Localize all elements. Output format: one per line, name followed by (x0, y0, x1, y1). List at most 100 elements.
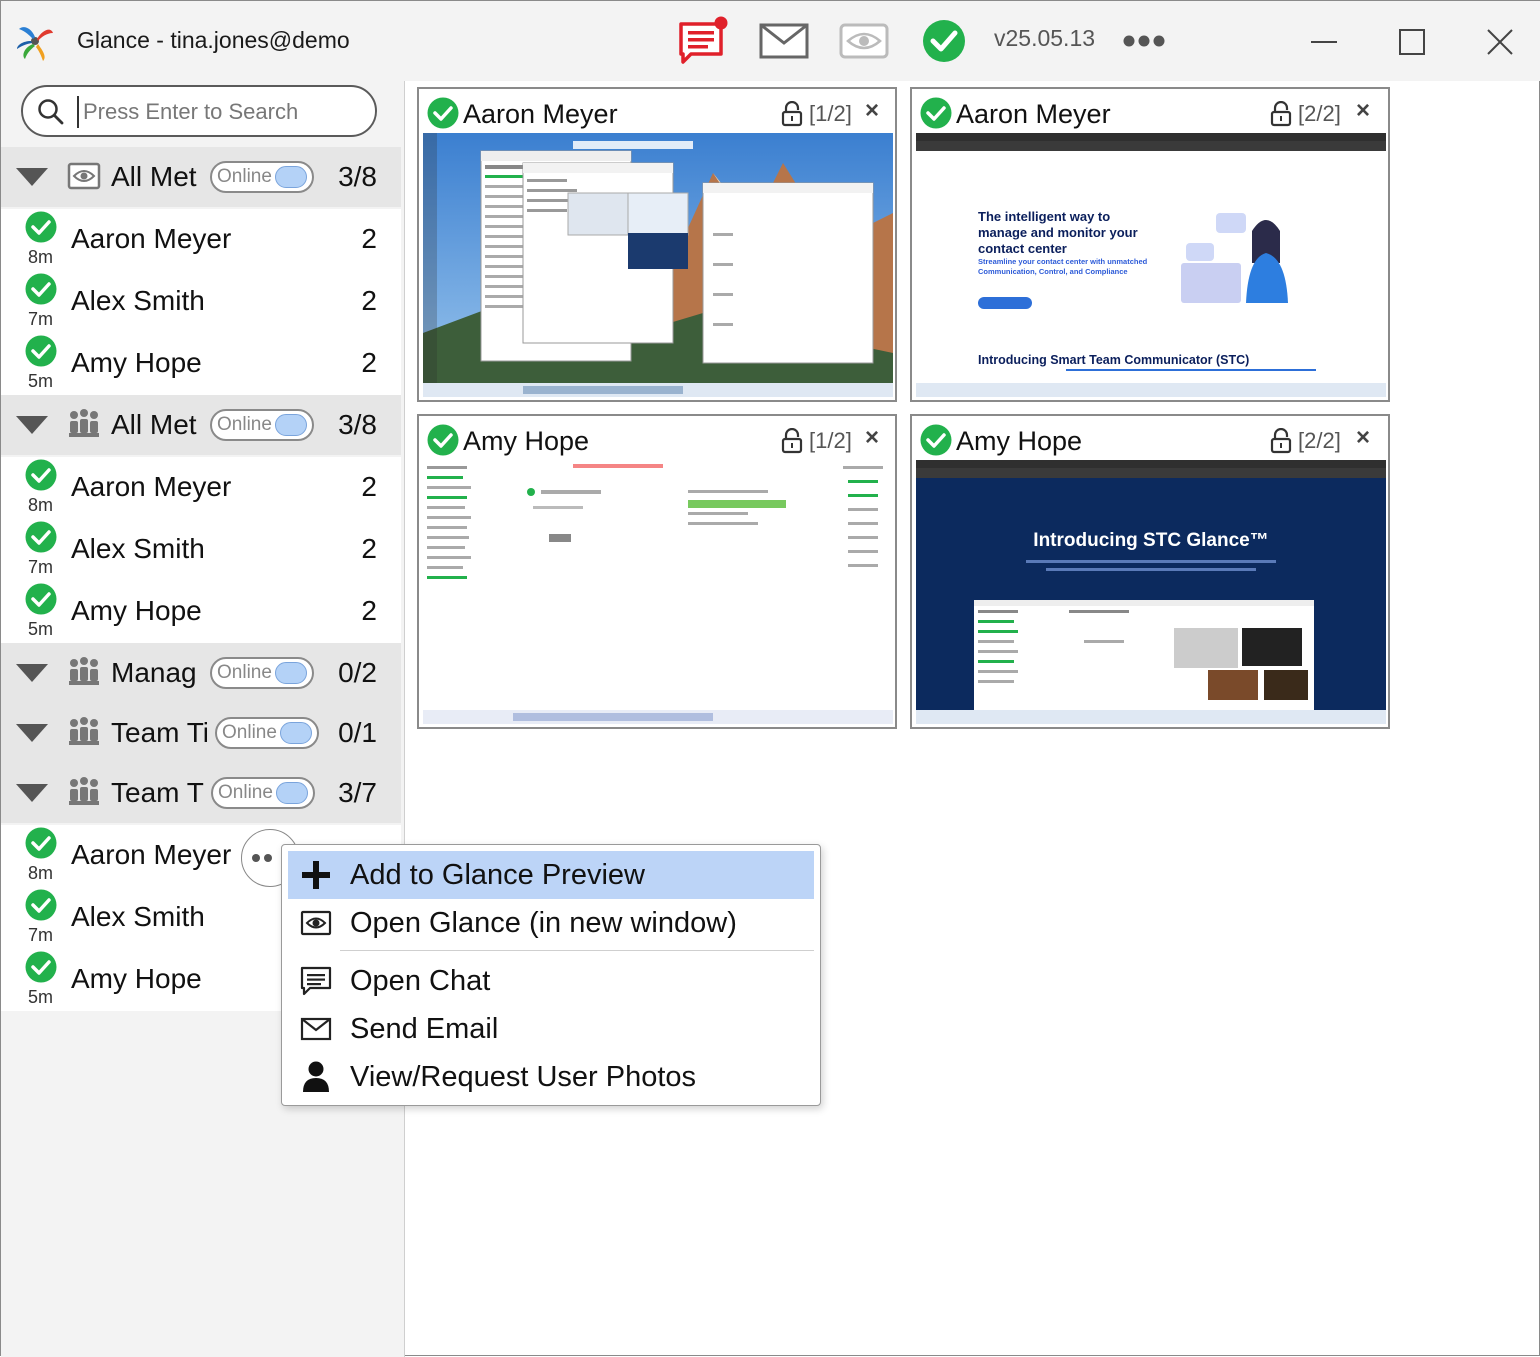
group-name: Team Ti (111, 717, 207, 748)
search-box[interactable] (21, 85, 377, 137)
menu-item-open-chat[interactable]: Open Chat (288, 957, 814, 1005)
app-logo-icon (17, 27, 53, 61)
group-count: 3/8 (338, 161, 377, 192)
close-preview-icon[interactable]: × (865, 424, 879, 452)
user-row[interactable]: 8m Aaron Meyer 2 (1, 209, 401, 271)
monitor-page-indicator[interactable]: [2/2] (1298, 428, 1341, 454)
team-icon (69, 717, 99, 745)
screen-thumbnail[interactable]: The intelligent way to manage and monito… (916, 133, 1386, 397)
chat-notification-icon[interactable] (677, 16, 731, 65)
glance-preview-card[interactable]: Aaron Meyer [2/2] × The intelligent way … (910, 87, 1390, 402)
group-count: 0/1 (338, 717, 377, 748)
user-name: Alex Smith (71, 285, 205, 316)
lock-icon[interactable] (1270, 101, 1292, 127)
chat-icon (300, 966, 332, 996)
search-input[interactable] (83, 95, 363, 129)
online-check-icon (25, 273, 57, 305)
idle-time: 5m (28, 987, 54, 1007)
online-toggle[interactable]: Online (215, 717, 319, 749)
online-check-icon (25, 951, 57, 983)
envelope-icon[interactable] (757, 17, 811, 65)
menu-item-label: View/Request User Photos (350, 1060, 697, 1093)
preview-user-name: Aaron Meyer (463, 99, 618, 129)
user-name: Aaron Meyer (71, 839, 232, 870)
preview-user-name: Aaron Meyer (956, 99, 1111, 129)
collapse-triangle-icon[interactable] (15, 167, 49, 187)
idle-time: 5m (28, 619, 54, 639)
menu-item-send-email[interactable]: Send Email (288, 1005, 814, 1053)
app-window: Glance - tina.jones@demo v25.05.13 Press… (0, 0, 1540, 1357)
group-name: Manag (111, 657, 197, 688)
online-toggle[interactable]: Online (210, 409, 314, 441)
online-toggle[interactable]: Online (210, 161, 314, 193)
group-header[interactable]: Team Ti Online 0/1 (1, 703, 401, 763)
menu-item-open-glance[interactable]: Open Glance (in new window) (288, 899, 814, 947)
preview-user-name: Amy Hope (463, 426, 590, 456)
online-check-icon (25, 889, 57, 921)
group-header[interactable]: Manag Online 0/2 (1, 643, 401, 703)
online-check-icon (25, 827, 57, 859)
eye-icon[interactable] (837, 17, 891, 65)
menu-item-label: Open Chat (350, 964, 491, 997)
idle-time: 7m (28, 925, 54, 945)
user-count: 2 (361, 285, 377, 316)
online-check-icon (920, 97, 952, 129)
minimize-button[interactable] (1301, 19, 1347, 65)
site-footer-text: Introducing Smart Team Communicator (STC… (978, 353, 1250, 367)
toggle-knob (274, 166, 307, 188)
close-preview-icon[interactable]: × (1356, 424, 1370, 452)
menu-separator (340, 950, 814, 951)
text-cursor (77, 96, 79, 128)
group-header[interactable]: All Met Online 3/8 (1, 395, 401, 455)
maximize-button[interactable] (1389, 19, 1435, 65)
group-header[interactable]: Team T Online 3/7 (1, 763, 401, 823)
collapse-triangle-icon[interactable] (15, 723, 49, 743)
close-button[interactable] (1477, 19, 1523, 65)
more-options-icon[interactable] (1119, 17, 1169, 65)
glance-preview-card[interactable]: Amy Hope [2/2] × Introducing STC Glance™ (910, 414, 1390, 729)
sidebar: All Met Online 3/8 8m Aaron Meyer 2 7m A… (1, 81, 405, 1357)
monitor-page-indicator[interactable]: [1/2] (809, 101, 852, 127)
screen-thumbnail[interactable] (423, 133, 893, 397)
menu-item-add-to-glance-preview[interactable]: Add to Glance Preview (288, 851, 814, 899)
user-row[interactable]: 7m Alex Smith 2 (1, 271, 401, 333)
group-header[interactable]: All Met Online 3/8 (1, 147, 401, 207)
monitor-page-indicator[interactable]: [1/2] (809, 428, 852, 454)
user-row[interactable]: 5m Amy Hope 2 (1, 581, 401, 643)
collapse-triangle-icon[interactable] (15, 415, 49, 435)
glance-preview-card[interactable]: Amy Hope [1/2] × (417, 414, 897, 729)
user-count: 2 (361, 471, 377, 502)
lock-icon[interactable] (781, 101, 803, 127)
idle-time: 8m (28, 863, 54, 883)
version-label: v25.05.13 (994, 25, 1096, 51)
group-name: All Met (111, 409, 197, 440)
user-count: 2 (361, 347, 377, 378)
online-toggle[interactable]: Online (210, 657, 314, 689)
screen-thumbnail[interactable]: Introducing STC Glance™ (916, 460, 1386, 724)
site-subtitle-line (1046, 568, 1256, 571)
glance-preview-card[interactable]: Aaron Meyer [1/2] × (417, 87, 897, 402)
collapse-triangle-icon[interactable] (15, 783, 49, 803)
user-row[interactable]: 5m Amy Hope 2 (1, 333, 401, 395)
user-count: 2 (361, 595, 377, 626)
site-underline (1066, 369, 1316, 371)
online-check-icon (427, 97, 459, 129)
menu-item-view-request-user-photos[interactable]: View/Request User Photos (288, 1053, 814, 1101)
group-name: Team T (111, 777, 204, 808)
status-online-icon[interactable] (921, 17, 967, 65)
user-name: Amy Hope (71, 347, 202, 378)
close-preview-icon[interactable]: × (1356, 97, 1370, 125)
user-row[interactable]: 7m Alex Smith 2 (1, 519, 401, 581)
user-name: Amy Hope (71, 595, 202, 626)
group-count: 3/8 (338, 409, 377, 440)
lock-icon[interactable] (1270, 428, 1292, 454)
online-toggle[interactable]: Online (211, 777, 315, 809)
user-row[interactable]: 8m Aaron Meyer 2 (1, 457, 401, 519)
collapse-triangle-icon[interactable] (15, 663, 49, 683)
group-name: All Met (111, 161, 197, 192)
lock-icon[interactable] (781, 428, 803, 454)
close-preview-icon[interactable]: × (865, 97, 879, 125)
monitor-page-indicator[interactable]: [2/2] (1298, 101, 1341, 127)
screen-thumbnail[interactable] (423, 460, 893, 724)
site-app-screenshot (974, 600, 1314, 724)
